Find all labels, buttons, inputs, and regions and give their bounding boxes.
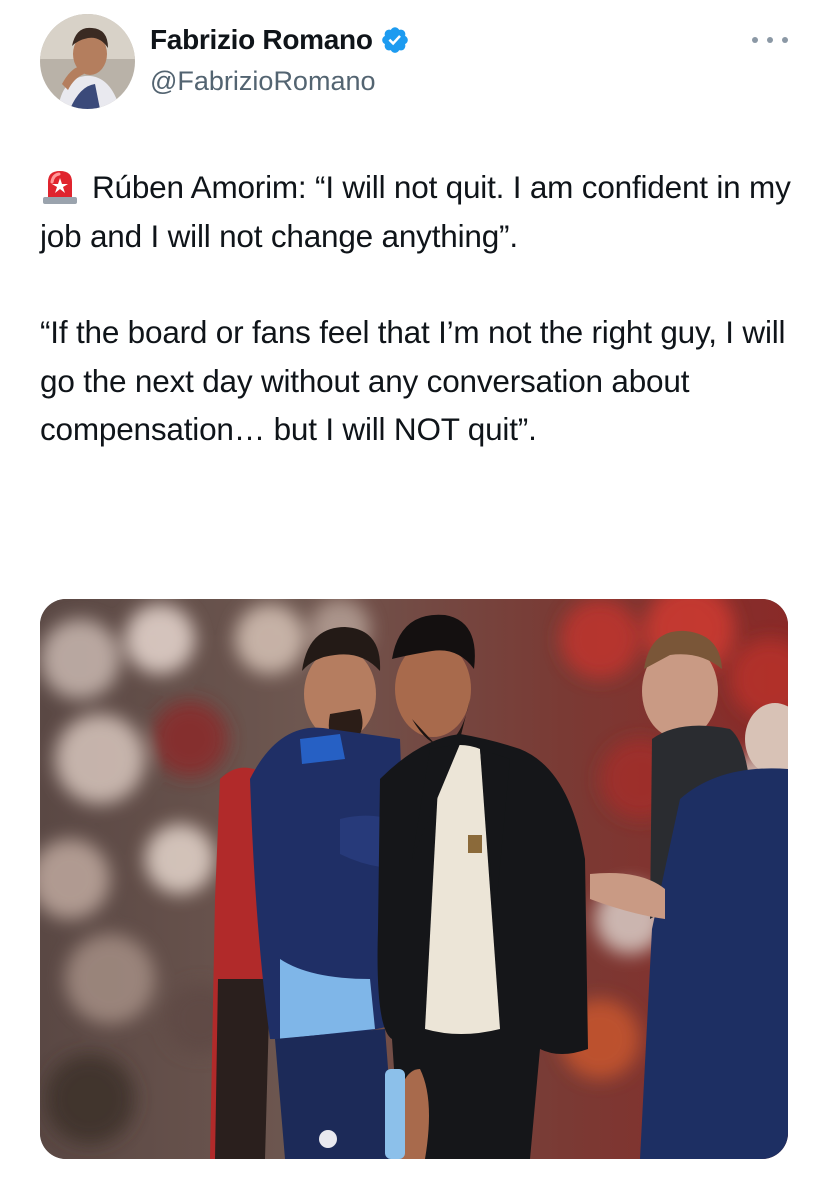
tweet-paragraph-1: Rúben Amorim: “I will not quit. I am con… <box>40 163 800 260</box>
verified-badge-icon <box>381 27 408 53</box>
tweet-paragraph-2: “If the board or fans feel that I’m not … <box>40 314 786 447</box>
avatar[interactable] <box>40 14 135 109</box>
tweet-photo[interactable] <box>40 599 788 1159</box>
author-display-name[interactable]: Fabrizio Romano <box>150 24 373 56</box>
siren-emoji-icon <box>43 171 77 204</box>
tweet-text: Rúben Amorim: “I will not quit. I am con… <box>40 163 800 454</box>
tweet-paragraph-1-text: Rúben Amorim: “I will not quit. I am con… <box>40 169 791 254</box>
author-handle[interactable]: @FabrizioRomano <box>150 66 376 97</box>
more-horizontal-icon[interactable] <box>752 26 788 54</box>
